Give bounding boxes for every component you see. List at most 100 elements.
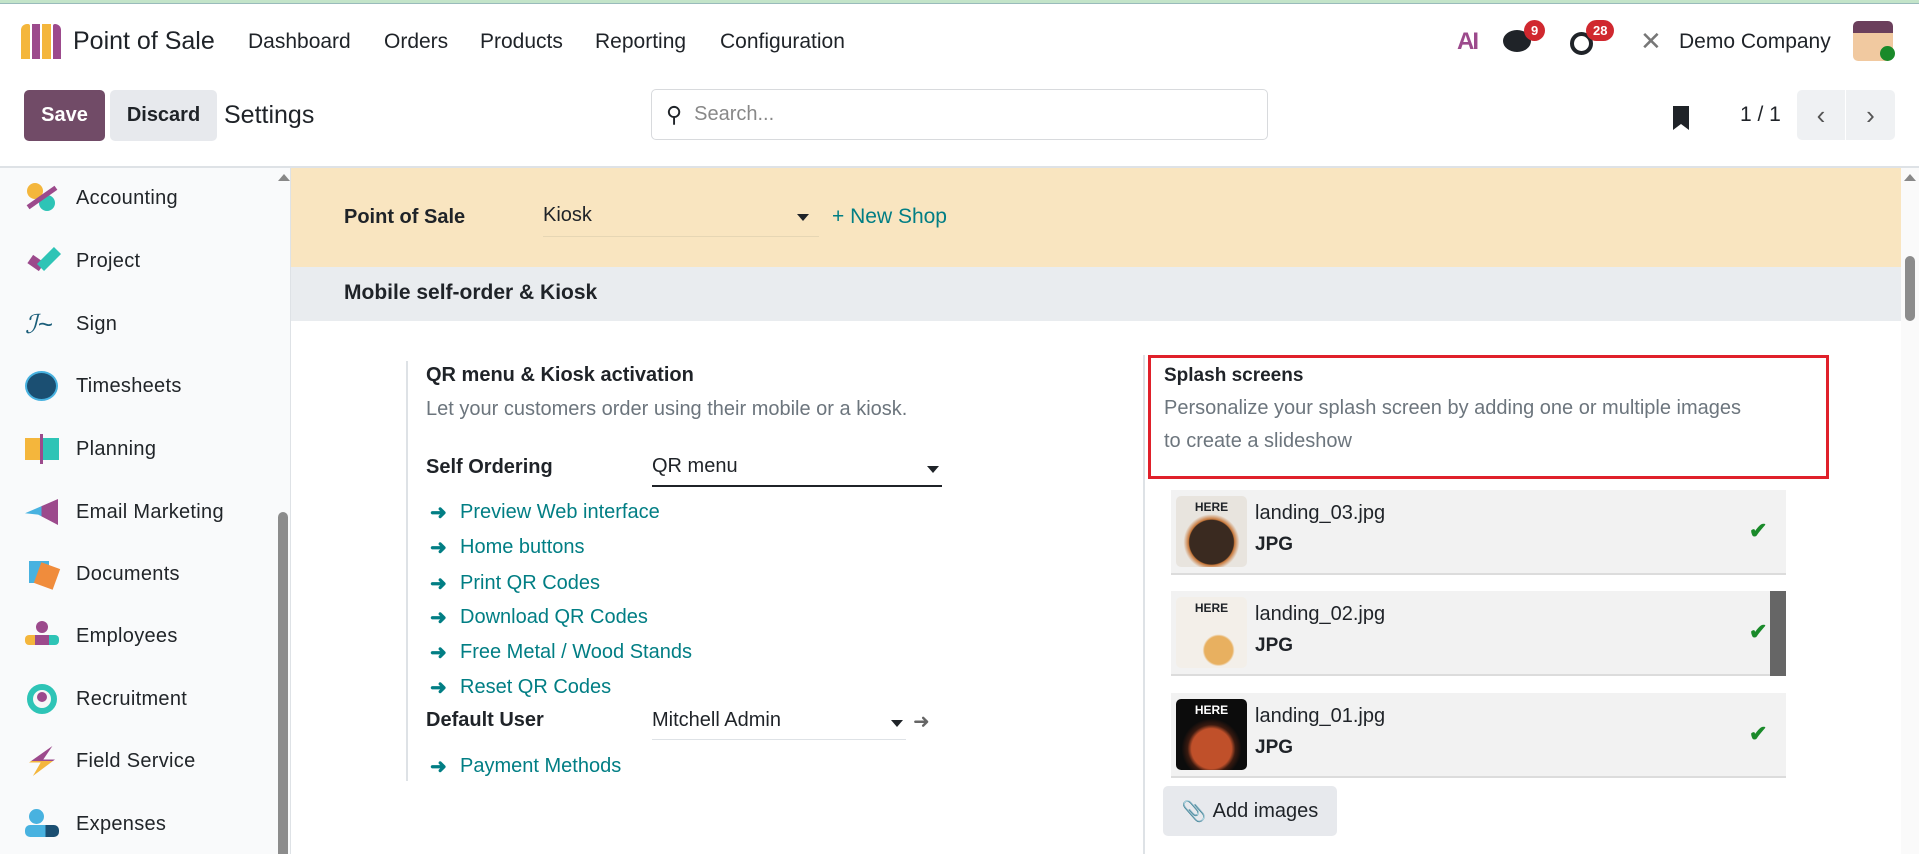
sidebar-scrollbar[interactable] — [277, 168, 290, 854]
add-images-label: Add images — [1212, 799, 1319, 822]
employees-icon — [25, 621, 59, 651]
splash-title: Splash screens — [1164, 365, 1304, 386]
sidebar-scrollbar-thumb[interactable] — [278, 512, 288, 854]
link-label: Free Metal / Wood Stands — [460, 641, 692, 663]
menu-orders[interactable]: Orders — [384, 30, 448, 54]
arrow-right-icon: ➜ — [430, 756, 447, 778]
qr-setting-description: Let your customers order using their mob… — [426, 398, 908, 420]
splash-image-card[interactable]: HERE landing_01.jpg JPG ✔ — [1171, 693, 1786, 778]
link-label: Print QR Codes — [460, 572, 601, 594]
preview-web-interface-link[interactable]: ➜ Preview Web interface — [430, 500, 660, 525]
new-shop-button[interactable]: + New Shop — [832, 205, 947, 229]
documents-icon — [25, 559, 61, 590]
home-buttons-link[interactable]: ➜ Home buttons — [430, 535, 585, 560]
image-thumbnail: HERE — [1176, 496, 1247, 567]
image-filename: landing_02.jpg — [1255, 603, 1386, 625]
sidebar-item-timesheets[interactable]: Timesheets — [0, 366, 277, 406]
app-title[interactable]: Point of Sale — [73, 27, 215, 56]
scroll-up-arrow-icon[interactable] — [277, 174, 290, 181]
free-stands-link[interactable]: ➜ Free Metal / Wood Stands — [430, 640, 692, 665]
open-user-arrow-icon[interactable]: ➜ — [913, 709, 930, 734]
email-marketing-icon — [25, 497, 59, 527]
tools-icon[interactable]: ✕ — [1640, 26, 1662, 57]
menu-products[interactable]: Products — [480, 30, 563, 54]
breadcrumb-settings: Settings — [224, 101, 315, 129]
check-icon: ✔ — [1749, 518, 1768, 543]
thumbnail-text: HERE — [1194, 500, 1229, 514]
menu-dashboard[interactable]: Dashboard — [248, 30, 351, 54]
payment-methods-link[interactable]: ➜ Payment Methods — [430, 754, 621, 779]
sidebar-item-recruitment[interactable]: Recruitment — [0, 679, 277, 719]
paperclip-icon: 📎 — [1181, 800, 1207, 823]
card-scrollbar-thumb[interactable] — [1770, 591, 1786, 676]
default-user-label: Default User — [426, 709, 544, 731]
sidebar-item-accounting[interactable]: Accounting — [0, 178, 277, 218]
link-label: Reset QR Codes — [460, 676, 612, 698]
sidebar-item-label: Sign — [76, 312, 118, 335]
link-label: Preview Web interface — [460, 501, 660, 523]
default-user-select[interactable]: Mitchell Admin — [652, 709, 906, 740]
menu-reporting[interactable]: Reporting — [595, 30, 686, 54]
discard-button[interactable]: Discard — [110, 90, 217, 141]
pager-next-button[interactable]: › — [1846, 90, 1895, 140]
splash-image-card[interactable]: HERE landing_02.jpg JPG ✔ — [1171, 591, 1786, 676]
sign-icon: ℐ~ — [25, 309, 53, 339]
timesheets-icon — [25, 371, 59, 401]
caret-down-icon — [891, 720, 903, 727]
sidebar-item-label: Timesheets — [76, 374, 182, 397]
image-filename: landing_03.jpg — [1255, 502, 1386, 524]
search-input[interactable]: ⚲ Search... — [651, 89, 1268, 140]
messages-badge: 9 — [1524, 20, 1546, 41]
download-qr-codes-link[interactable]: ➜ Download QR Codes — [430, 605, 648, 630]
sidebar-item-label: Documents — [76, 562, 180, 585]
sidebar-item-planning[interactable]: Planning — [0, 429, 277, 469]
sidebar-item-documents[interactable]: Documents — [0, 554, 277, 594]
link-label: Payment Methods — [460, 755, 622, 777]
sidebar-item-label: Recruitment — [76, 687, 188, 710]
shop-label: Point of Sale — [344, 206, 466, 228]
self-ordering-value: QR menu — [652, 455, 738, 477]
image-thumbnail: HERE — [1176, 597, 1247, 668]
project-icon — [25, 246, 62, 276]
field-service-icon — [25, 746, 59, 776]
sidebar-item-sign[interactable]: ℐ~ Sign — [0, 304, 277, 344]
arrow-right-icon: ➜ — [430, 677, 447, 699]
image-thumbnail: HERE — [1176, 699, 1247, 770]
thumbnail-text: HERE — [1194, 601, 1229, 615]
bookmark-icon[interactable] — [1673, 106, 1689, 130]
main-scrollbar-thumb[interactable] — [1905, 256, 1915, 321]
app-logo-icon[interactable] — [21, 24, 61, 59]
shop-select-value: Kiosk — [543, 204, 592, 226]
company-switcher[interactable]: Demo Company — [1679, 30, 1831, 54]
image-filename: landing_01.jpg — [1255, 705, 1386, 727]
splash-image-card[interactable]: HERE landing_03.jpg JPG ✔ — [1171, 490, 1786, 575]
image-type: JPG — [1255, 737, 1294, 758]
sidebar-item-email-marketing[interactable]: Email Marketing — [0, 492, 277, 532]
sidebar-item-employees[interactable]: Employees — [0, 616, 277, 656]
arrow-right-icon: ➜ — [430, 642, 447, 664]
self-ordering-label: Self Ordering — [426, 456, 553, 478]
arrow-right-icon: ➜ — [430, 607, 447, 629]
main-scrollbar[interactable] — [1901, 168, 1919, 854]
shop-select[interactable]: Kiosk — [543, 204, 819, 237]
save-button[interactable]: Save — [24, 90, 105, 141]
add-images-button[interactable]: 📎 Add images — [1163, 786, 1337, 836]
sidebar-item-project[interactable]: Project — [0, 241, 277, 281]
check-icon: ✔ — [1749, 619, 1768, 644]
scroll-up-arrow-icon[interactable] — [1904, 174, 1916, 181]
sidebar-item-expenses[interactable]: Expenses — [0, 804, 277, 844]
reset-qr-codes-link[interactable]: ➜ Reset QR Codes — [430, 675, 611, 700]
qr-setting-title: QR menu & Kiosk activation — [426, 364, 694, 386]
print-qr-codes-link[interactable]: ➜ Print QR Codes — [430, 571, 600, 596]
ai-icon[interactable]: AI — [1457, 28, 1479, 56]
search-icon: ⚲ — [666, 101, 683, 127]
self-ordering-select[interactable]: QR menu — [652, 455, 942, 487]
default-user-value: Mitchell Admin — [652, 709, 781, 731]
sidebar-item-field-service[interactable]: Field Service — [0, 741, 277, 781]
pager-previous-button[interactable]: ‹ — [1797, 90, 1845, 140]
browser-top-line — [0, 0, 1919, 4]
pager-value: 1 / 1 — [1740, 103, 1781, 126]
thumbnail-text: HERE — [1194, 703, 1229, 717]
menu-configuration[interactable]: Configuration — [720, 30, 845, 54]
accounting-icon — [25, 183, 59, 213]
